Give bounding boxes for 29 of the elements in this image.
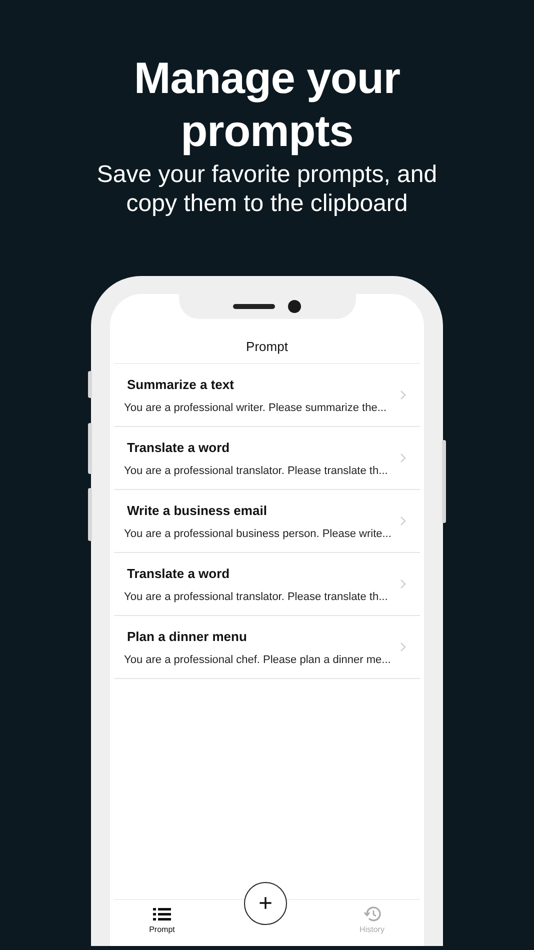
- prompt-item[interactable]: Plan a dinner menu You are a professional chef. Please plan a dinner me...: [114, 616, 420, 679]
- list-icon: [153, 906, 171, 922]
- prompt-item[interactable]: Translate a word You are a professional translator. Please translate th...: [114, 553, 420, 616]
- prompt-title: Translate a word: [127, 566, 231, 580]
- history-icon: [363, 906, 381, 922]
- headline: Manage your prompts: [133, 53, 401, 158]
- subtitle: Save your favorite prompts, and copy them to the clipboard: [96, 160, 438, 218]
- chevron-icon: [400, 579, 406, 589]
- prompt-item[interactable]: Write a business email You are a professional business person. Please write...: [114, 490, 420, 553]
- prompt-title: Write a business email: [127, 502, 268, 518]
- prompt-preview: You are a professional translator. Please translate th...: [124, 464, 389, 476]
- screen-title: Prompt: [114, 339, 420, 364]
- prompt-title: Plan a dinner menu: [127, 628, 248, 644]
- camera-icon: [288, 300, 301, 313]
- chevron-icon: [400, 453, 406, 463]
- add-button[interactable]: +: [244, 882, 287, 925]
- tab[interactable]: Prompt: [132, 900, 192, 946]
- prompt-title: Translate a word: [127, 440, 231, 454]
- prompt-preview: You are a professional business person. Please write...: [124, 528, 392, 540]
- speaker-icon: [233, 304, 275, 309]
- chevron-icon: [400, 516, 406, 526]
- prompt-preview: You are a professional writer. Please summarize the...: [124, 402, 388, 414]
- prompt-title: Summarize a text: [127, 376, 235, 392]
- chevron-icon: [400, 390, 406, 400]
- prompt-item[interactable]: Summarize a text You are a professional writer. Please summarize the...: [114, 364, 420, 427]
- prompt-item[interactable]: Translate a word You are a professional translator. Please translate th...: [114, 427, 420, 490]
- prompt-preview: You are a professional translator. Please translate th...: [124, 590, 389, 602]
- chevron-icon: [400, 642, 406, 652]
- prompt-preview: You are a professional chef. Please plan a dinner me...: [124, 654, 392, 666]
